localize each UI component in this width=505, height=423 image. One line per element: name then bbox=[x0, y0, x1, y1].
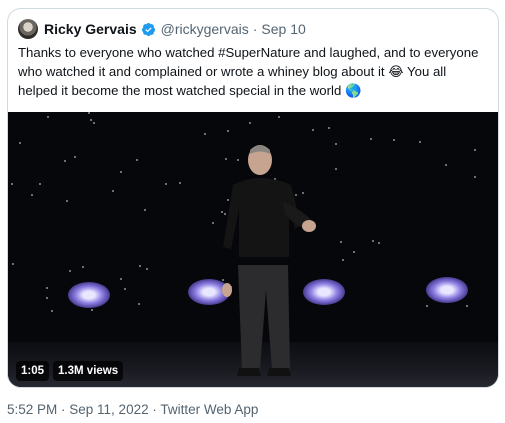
tweet-text: Thanks to everyone who watched #SuperNat… bbox=[18, 43, 488, 100]
star bbox=[165, 183, 167, 185]
tweet-text-line: helped it become the most watched specia… bbox=[18, 83, 362, 98]
star bbox=[370, 138, 372, 140]
star bbox=[19, 142, 21, 144]
video-views: 1.3M views bbox=[53, 361, 124, 381]
verified-badge-icon bbox=[141, 22, 155, 36]
star bbox=[136, 159, 138, 161]
star bbox=[82, 266, 84, 268]
star bbox=[46, 287, 48, 289]
star bbox=[340, 241, 342, 243]
star bbox=[120, 278, 122, 280]
star bbox=[328, 127, 330, 129]
tweet-timestamp[interactable]: 5:52 PM · Sep 11, 2022 · Twitter Web App bbox=[7, 402, 258, 417]
author-handle[interactable]: @rickygervais bbox=[161, 21, 249, 37]
author-display-name[interactable]: Ricky Gervais bbox=[44, 21, 137, 37]
star bbox=[112, 190, 114, 192]
star bbox=[144, 209, 146, 211]
star bbox=[204, 133, 206, 135]
star bbox=[124, 288, 126, 290]
star bbox=[474, 176, 476, 178]
star bbox=[353, 251, 355, 253]
star bbox=[335, 143, 337, 145]
star bbox=[12, 263, 14, 265]
performer-figure bbox=[222, 145, 316, 376]
star bbox=[74, 156, 76, 158]
star bbox=[11, 183, 13, 185]
star bbox=[91, 309, 93, 311]
video-player[interactable]: 1:05 1.3M views bbox=[8, 112, 498, 387]
star bbox=[93, 122, 95, 124]
avatar[interactable] bbox=[18, 19, 38, 39]
star bbox=[466, 305, 468, 307]
star bbox=[445, 164, 447, 166]
star bbox=[90, 119, 92, 121]
star bbox=[335, 168, 337, 170]
star bbox=[342, 259, 344, 261]
star bbox=[31, 194, 33, 196]
star bbox=[249, 122, 251, 124]
star bbox=[474, 149, 476, 151]
star bbox=[46, 297, 48, 299]
video-overlay: 1:05 1.3M views bbox=[16, 361, 124, 381]
star bbox=[419, 141, 421, 143]
tweet-text-line: who watched it and complained or wrote a… bbox=[18, 64, 447, 79]
tweet-text-line: Thanks to everyone who watched #SuperNat… bbox=[18, 45, 479, 60]
star bbox=[372, 240, 374, 242]
tweet-header: Ricky Gervais @rickygervais · Sep 10 bbox=[18, 18, 306, 40]
star bbox=[39, 183, 41, 185]
star bbox=[88, 112, 90, 114]
tweet-card[interactable]: Ricky Gervais @rickygervais · Sep 10 Tha… bbox=[7, 8, 499, 388]
star bbox=[138, 303, 140, 305]
video-duration: 1:05 bbox=[16, 361, 50, 381]
star bbox=[64, 160, 66, 162]
star bbox=[278, 116, 280, 118]
star bbox=[66, 200, 68, 202]
star bbox=[426, 305, 428, 307]
header-separator: · bbox=[252, 21, 258, 37]
stage-light bbox=[68, 282, 110, 308]
stage-light bbox=[426, 277, 468, 303]
star bbox=[51, 310, 53, 312]
star bbox=[312, 129, 314, 131]
star bbox=[393, 139, 395, 141]
star bbox=[47, 116, 49, 118]
star bbox=[139, 265, 141, 267]
star bbox=[146, 268, 148, 270]
star bbox=[378, 242, 380, 244]
star bbox=[69, 270, 71, 272]
star bbox=[227, 130, 229, 132]
star bbox=[179, 182, 181, 184]
tweet-date[interactable]: Sep 10 bbox=[261, 21, 305, 37]
star bbox=[120, 171, 122, 173]
